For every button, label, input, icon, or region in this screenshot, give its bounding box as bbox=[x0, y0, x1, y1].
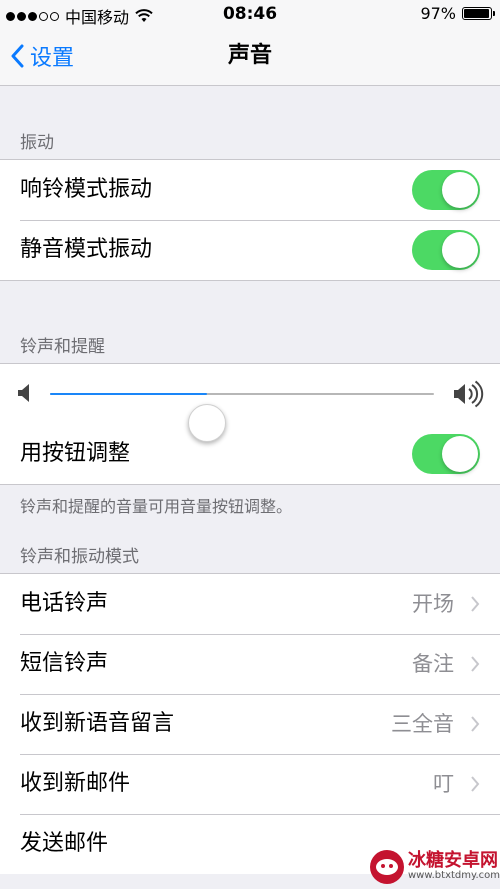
voicemail-row[interactable]: 收到新语音留言 三全音 bbox=[0, 694, 500, 754]
section-header-vibration: 振动 bbox=[20, 133, 54, 153]
voicemail-value: 三全音 bbox=[391, 712, 454, 736]
new-mail-value: 叮 bbox=[433, 772, 454, 796]
voicemail-label: 收到新语音留言 bbox=[20, 711, 175, 736]
adjust-with-buttons-toggle[interactable] bbox=[412, 434, 480, 474]
adjust-with-buttons-row: 用按钮调整 bbox=[0, 424, 500, 484]
chevron-right-icon bbox=[471, 656, 480, 672]
text-tone-row[interactable]: 短信铃声 备注 bbox=[0, 634, 500, 694]
new-mail-label: 收到新邮件 bbox=[20, 771, 131, 796]
patterns-group: 电话铃声 开场 短信铃声 备注 收到新语音留言 三全音 收到新邮件 叮 发送邮件 bbox=[0, 573, 500, 874]
new-mail-row[interactable]: 收到新邮件 叮 bbox=[0, 754, 500, 814]
ringer-group: 用按钮调整 bbox=[0, 363, 500, 485]
text-tone-value: 备注 bbox=[412, 652, 454, 676]
sent-mail-label: 发送邮件 bbox=[20, 831, 109, 856]
battery-percent: 97% bbox=[420, 4, 456, 23]
chevron-right-icon bbox=[471, 596, 480, 612]
ring-vibrate-row: 响铃模式振动 bbox=[0, 160, 500, 220]
watermark-text: 冰糖安卓网 www.btxtdmy.com bbox=[408, 850, 500, 882]
adjust-with-buttons-label: 用按钮调整 bbox=[20, 441, 131, 466]
watermark: 冰糖安卓网 www.btxtdmy.com bbox=[370, 850, 500, 884]
status-bar: 中国移动 08:46 97% bbox=[0, 0, 500, 28]
chevron-right-icon bbox=[471, 776, 480, 792]
volume-high-icon bbox=[454, 380, 484, 408]
ring-vibrate-toggle[interactable] bbox=[412, 170, 480, 210]
ringer-footer-note: 铃声和提醒的音量可用音量按钮调整。 bbox=[20, 497, 293, 516]
silent-vibrate-row: 静音模式振动 bbox=[0, 220, 500, 280]
volume-slider-row bbox=[0, 364, 500, 442]
ring-vibrate-label: 响铃模式振动 bbox=[20, 177, 153, 202]
section-header-patterns: 铃声和振动模式 bbox=[20, 547, 139, 567]
navigation-bar: 设置 声音 bbox=[0, 28, 500, 86]
battery-icon bbox=[462, 7, 495, 20]
watermark-url: www.btxtdmy.com bbox=[408, 870, 500, 882]
watermark-logo-icon bbox=[370, 850, 404, 884]
watermark-title: 冰糖安卓网 bbox=[408, 850, 498, 872]
vibration-group: 响铃模式振动 静音模式振动 bbox=[0, 159, 500, 281]
volume-slider[interactable] bbox=[50, 393, 434, 442]
ringtone-row[interactable]: 电话铃声 开场 bbox=[0, 574, 500, 634]
text-tone-label: 短信铃声 bbox=[20, 651, 109, 676]
ringtone-label: 电话铃声 bbox=[20, 591, 109, 616]
status-right: 97% bbox=[420, 4, 495, 23]
section-header-ringer: 铃声和提醒 bbox=[20, 337, 105, 357]
volume-low-icon bbox=[18, 384, 29, 402]
page-title: 声音 bbox=[227, 43, 272, 68]
ringtone-value: 开场 bbox=[412, 592, 454, 616]
silent-vibrate-toggle[interactable] bbox=[412, 230, 480, 270]
silent-vibrate-label: 静音模式振动 bbox=[20, 237, 153, 262]
chevron-right-icon bbox=[471, 716, 480, 732]
